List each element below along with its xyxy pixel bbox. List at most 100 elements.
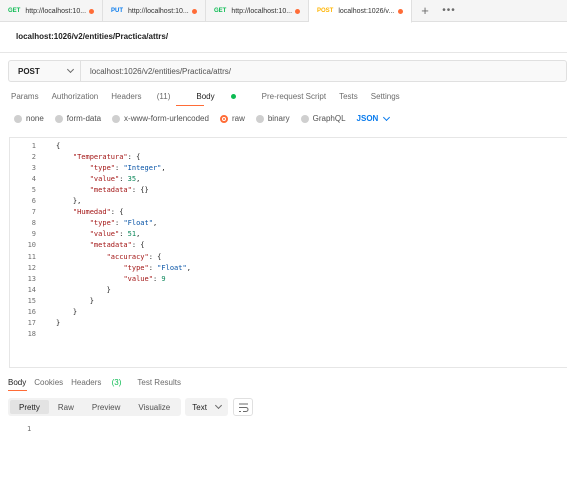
editor-line: 9 "value": 51, [10, 229, 567, 240]
line-number: 13 [27, 274, 36, 283]
code-text: "metadata": {} [89, 185, 149, 194]
line-number: 18 [27, 330, 36, 339]
language-select[interactable]: JSON [356, 113, 391, 123]
editor-line: 4 "value": 35, [10, 173, 567, 184]
unsaved-dot-icon [398, 9, 403, 14]
view-raw-button[interactable]: Raw [49, 400, 83, 414]
radio-form-data[interactable]: form-data [54, 114, 102, 123]
request-tab-bar: GET http://localhost:10... PUT http://lo… [0, 0, 567, 23]
radio-label: form-data [66, 114, 102, 123]
url-bar: POST localhost:1026/v2/entities/Practica… [8, 60, 567, 82]
code-text: "type": "Float", [123, 263, 191, 272]
tab-body-label: Body [196, 92, 215, 101]
line-number: 1 [31, 141, 36, 150]
chevron-down-icon [383, 113, 391, 121]
radio-graphql[interactable]: GraphQL [300, 114, 346, 123]
tab-method: PUT [111, 8, 123, 14]
code-text: "accuracy": { [106, 252, 162, 261]
editor-line: 16 } [10, 307, 567, 318]
radio-icon [112, 114, 121, 123]
format-select[interactable]: Text [185, 398, 229, 416]
tab-prerequest-script[interactable]: Pre-request Script [262, 92, 326, 101]
body-code-editor[interactable]: 1{2 "Temperatura": {3 "type": "Integer",… [9, 137, 567, 368]
request-tab-put[interactable]: PUT http://localhost:10... [103, 0, 206, 22]
url-input[interactable]: localhost:1026/v2/entities/Practica/attr… [81, 67, 231, 76]
code-text: }, [56, 197, 82, 205]
line-number: 7 [31, 208, 36, 217]
code-text: } [56, 296, 94, 305]
line-number: 12 [27, 263, 36, 272]
editor-line: 14 } [10, 284, 567, 295]
editor-line: 15 } [10, 295, 567, 306]
editor-line: 12 "type": "Float", [10, 262, 567, 273]
editor-line: 2 "Temperatura": { [10, 151, 567, 162]
unsaved-dot-icon [192, 9, 197, 14]
wrap-lines-button[interactable] [233, 398, 254, 416]
tab-label: http://localhost:10... [231, 7, 293, 15]
active-tab-indicator [8, 390, 27, 391]
tab-method: GET [214, 8, 227, 14]
line-number: 14 [27, 285, 36, 294]
tab-body[interactable]: Body [196, 92, 248, 101]
tab-authorization[interactable]: Authorization [52, 92, 99, 101]
code-text: } [56, 319, 61, 328]
tab-label: localhost:1026/v... [338, 7, 395, 15]
radio-label: GraphQL [312, 114, 346, 123]
radio-none[interactable]: none [14, 114, 44, 123]
response-tab-body[interactable]: Body [8, 378, 26, 387]
method-value: POST [18, 66, 40, 76]
line-number: 5 [31, 185, 36, 194]
view-mode-segmented: Pretty Raw Preview Visualize [8, 398, 182, 416]
divider [0, 52, 567, 53]
code-text: "Temperatura": { [72, 152, 141, 161]
radio-label: none [26, 114, 44, 123]
request-options-tabs: Params Authorization Headers (11) Body P… [11, 92, 413, 101]
radio-selected-icon [219, 114, 228, 123]
tab-params[interactable]: Params [11, 92, 39, 101]
request-title[interactable]: localhost:1026/v2/entities/Practica/attr… [16, 32, 168, 41]
plus-icon[interactable]: + [412, 0, 438, 21]
view-pretty-button[interactable]: Pretty [10, 400, 49, 414]
response-toolbar: Pretty Raw Preview Visualize Text [8, 398, 254, 416]
code-text: "type": "Float", [89, 219, 158, 228]
response-tab-test-results[interactable]: Test Results [137, 378, 181, 387]
tab-settings[interactable]: Settings [371, 92, 400, 101]
radio-raw[interactable]: raw [219, 114, 245, 123]
request-tab-post[interactable]: POST localhost:1026/v... [309, 0, 412, 23]
editor-line: 5 "metadata": {} [10, 184, 567, 195]
line-number: 15 [27, 296, 36, 305]
tab-method: GET [8, 8, 21, 14]
tab-headers-label: Headers [111, 92, 142, 101]
request-tab-get-2[interactable]: GET http://localhost:10... [206, 0, 309, 22]
method-select[interactable]: POST [9, 61, 81, 81]
editor-line: 10 "metadata": { [10, 240, 567, 251]
view-preview-button[interactable]: Preview [83, 400, 129, 414]
line-number: 3 [31, 163, 36, 172]
wrap-lines-icon [238, 403, 249, 412]
radio-urlencoded[interactable]: x-www-form-urlencoded [112, 114, 209, 123]
view-visualize-button[interactable]: Visualize [129, 400, 179, 414]
editor-line: 8 "type": "Float", [10, 218, 567, 229]
unsaved-dot-icon [295, 9, 300, 14]
request-tab-get-1[interactable]: GET http://localhost:10... [0, 0, 103, 22]
editor-line: 11 "accuracy": { [10, 251, 567, 262]
unsaved-dot-icon [89, 9, 94, 14]
response-headers-count: (3) [111, 378, 122, 387]
line-number: 16 [27, 308, 36, 316]
response-tab-cookies[interactable]: Cookies [34, 378, 63, 387]
line-number: 11 [27, 252, 36, 261]
response-tab-headers-label: Headers [71, 378, 102, 387]
active-tab-indicator [176, 105, 204, 106]
radio-icon [14, 114, 22, 123]
radio-binary[interactable]: binary [255, 114, 290, 123]
code-text: "Humedad": { [72, 208, 124, 217]
tab-headers[interactable]: Headers (11) [111, 92, 183, 101]
more-icon[interactable]: ••• [438, 0, 460, 21]
response-tab-headers[interactable]: Headers (3) [71, 378, 129, 387]
editor-line: 3 "type": "Integer", [10, 162, 567, 173]
tab-tests[interactable]: Tests [339, 92, 358, 101]
editor-line: 7 "Humedad": { [10, 207, 567, 218]
chevron-down-icon [215, 401, 223, 410]
language-value: JSON [356, 114, 379, 123]
radio-label: binary [267, 114, 290, 123]
